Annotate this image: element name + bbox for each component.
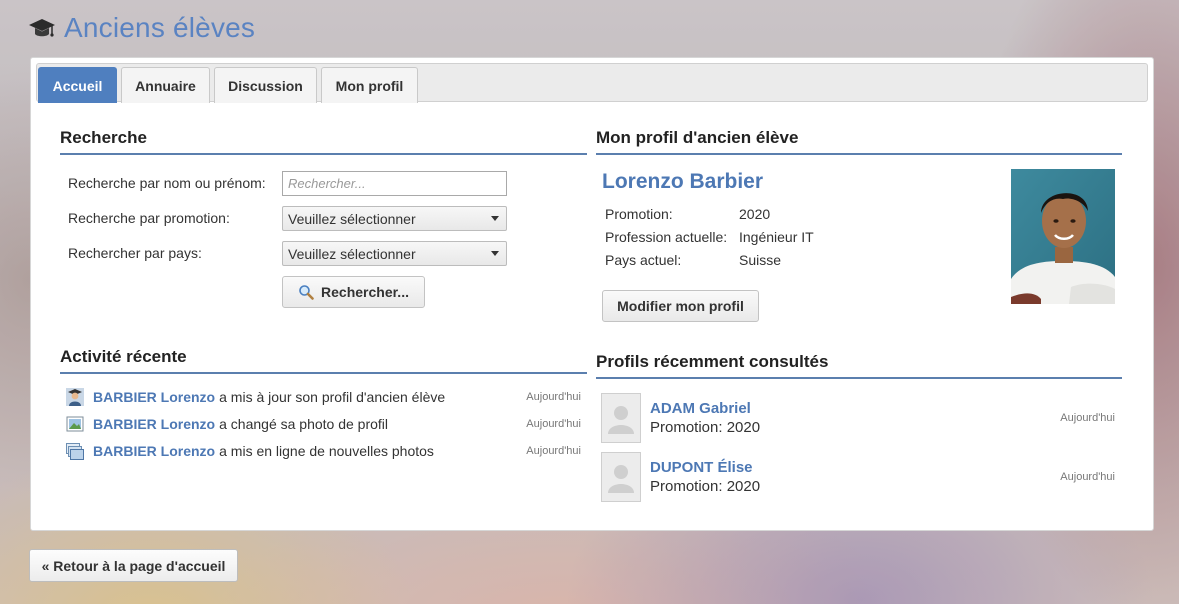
main-panel: Accueil Annuaire Discussion Mon profil R… xyxy=(30,57,1154,531)
tab-annuaire[interactable]: Annuaire xyxy=(121,67,210,103)
edit-profile-button[interactable]: Modifier mon profil xyxy=(602,290,759,322)
recent-profile-time: Aujourd'hui xyxy=(1060,471,1115,483)
tab-mon-profil[interactable]: Mon profil xyxy=(321,67,418,103)
photos-stack-icon xyxy=(66,443,84,460)
recent-profile-promotion: Promotion: 2020 xyxy=(650,478,761,495)
recent-profile-promotion: Promotion: 2020 xyxy=(650,419,761,436)
profile-field-value: Ingénieur IT xyxy=(739,229,814,245)
profile-field-value: 2020 xyxy=(739,206,771,222)
name-search-input[interactable] xyxy=(282,171,507,196)
dropdown-arrow-icon xyxy=(491,251,499,256)
back-to-home-button[interactable]: « Retour à la page d'accueil xyxy=(29,549,238,582)
name-search-label: Recherche par nom ou prénom: xyxy=(68,175,266,191)
profile-photo-image xyxy=(1011,169,1115,304)
user-placeholder-icon xyxy=(602,453,640,501)
activity-text: a mis en ligne de nouvelles photos xyxy=(219,443,434,459)
activity-time: Aujourd'hui xyxy=(526,391,581,403)
user-placeholder-icon xyxy=(602,394,640,442)
promotion-search-label: Recherche par promotion: xyxy=(68,210,230,226)
graduation-cap-icon xyxy=(29,19,55,37)
profile-field-label: Profession actuelle: xyxy=(605,229,728,245)
activity-user-link[interactable]: BARBIER Lorenzo xyxy=(93,443,215,459)
country-search-label: Rechercher par pays: xyxy=(68,245,202,261)
picture-icon xyxy=(66,416,84,432)
page-title: Anciens élèves xyxy=(64,12,256,43)
profile-thumbnail[interactable] xyxy=(601,393,641,443)
activity-text: a changé sa photo de profil xyxy=(219,416,389,432)
profile-name: Lorenzo Barbier xyxy=(602,170,764,193)
activity-user-link[interactable]: BARBIER Lorenzo xyxy=(93,416,215,432)
promotion-select[interactable]: Veuillez sélectionner xyxy=(282,206,507,231)
activity-item: BARBIER Lorenzo a mis en ligne de nouvel… xyxy=(66,441,581,461)
activity-item: BARBIER Lorenzo a changé sa photo de pro… xyxy=(66,414,581,434)
search-button-label: Rechercher... xyxy=(321,284,409,300)
tab-discussion[interactable]: Discussion xyxy=(214,67,317,103)
activity-time: Aujourd'hui xyxy=(526,418,581,430)
activity-item: BARBIER Lorenzo a mis à jour son profil … xyxy=(66,387,581,407)
user-avatar-icon xyxy=(66,388,84,406)
profile-field-value: Suisse xyxy=(739,252,782,268)
recent-profile-link[interactable]: DUPONT Élise xyxy=(650,459,753,476)
profile-photo xyxy=(1011,169,1115,304)
country-select[interactable]: Veuillez sélectionner xyxy=(282,241,507,266)
recent-profiles-section-title: Profils récemment consultés xyxy=(596,352,1122,379)
recent-profile-time: Aujourd'hui xyxy=(1060,412,1115,424)
profile-thumbnail[interactable] xyxy=(601,452,641,502)
magnifier-icon xyxy=(299,285,314,300)
search-section-title: Recherche xyxy=(60,128,587,155)
app-header: Anciens élèves xyxy=(28,12,255,44)
activity-time: Aujourd'hui xyxy=(526,445,581,457)
page: Anciens élèves Accueil Annuaire Discussi… xyxy=(0,0,1179,604)
search-button[interactable]: Rechercher... xyxy=(282,276,425,308)
recent-profile-link[interactable]: ADAM Gabriel xyxy=(650,400,751,417)
profile-field-label: Promotion: xyxy=(605,206,673,222)
activity-section-title: Activité récente xyxy=(60,347,587,374)
profile-section-title: Mon profil d'ancien élève xyxy=(596,128,1122,155)
tab-accueil[interactable]: Accueil xyxy=(38,67,117,103)
profile-field-label: Pays actuel: xyxy=(605,252,682,268)
activity-text: a mis à jour son profil d'ancien élève xyxy=(219,389,446,405)
activity-user-link[interactable]: BARBIER Lorenzo xyxy=(93,389,215,405)
dropdown-arrow-icon xyxy=(491,216,499,221)
country-select-value: Veuillez sélectionner xyxy=(288,245,416,262)
promotion-select-value: Veuillez sélectionner xyxy=(288,210,416,227)
tab-bar: Accueil Annuaire Discussion Mon profil xyxy=(36,63,1148,103)
